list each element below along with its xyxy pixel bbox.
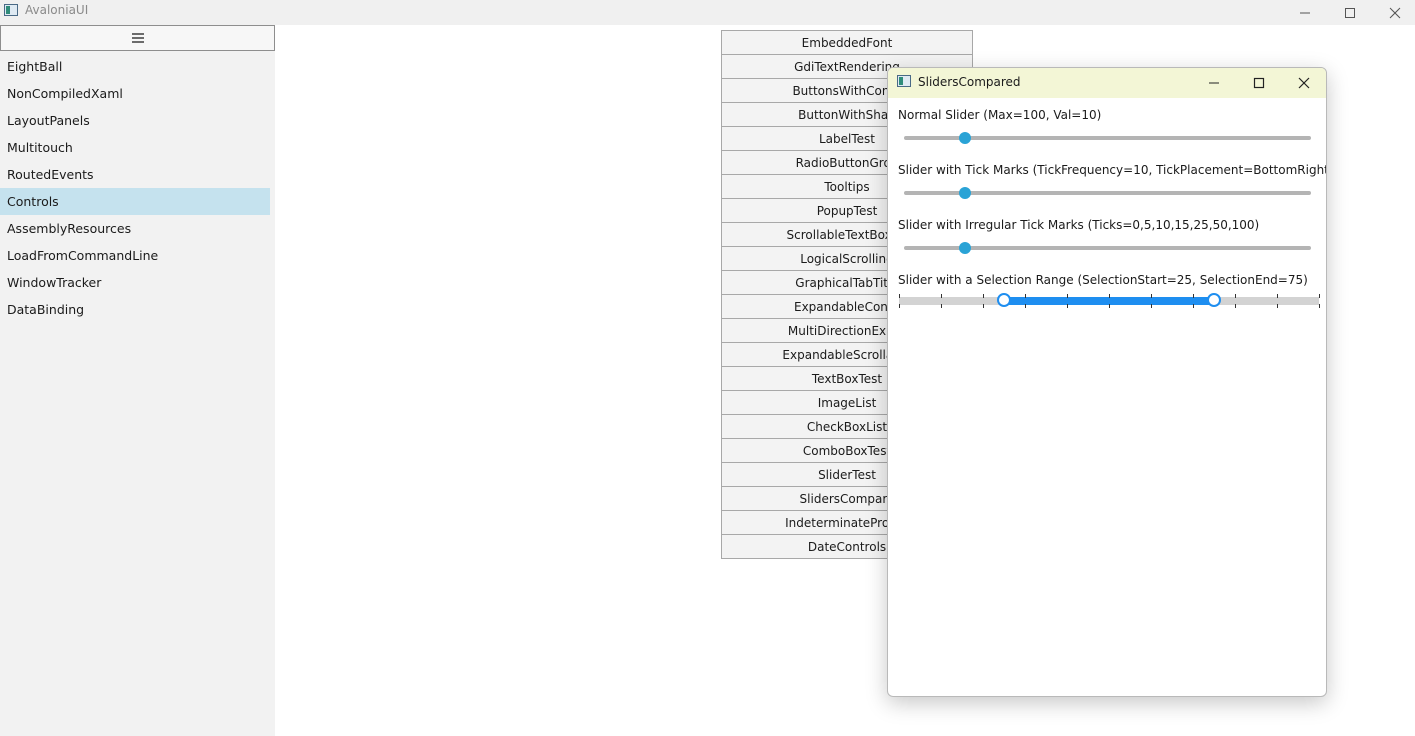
nav-item-databinding[interactable]: DataBinding — [0, 296, 270, 323]
range-tick-mark — [1067, 294, 1068, 298]
range-slider-start-thumb[interactable] — [997, 293, 1011, 307]
irregular-tick-slider-thumb[interactable] — [958, 242, 971, 254]
range-tick-mark — [1151, 294, 1152, 298]
child-title-bar: SlidersCompared — [888, 68, 1326, 98]
nav-item-assemblyresources[interactable]: AssemblyResources — [0, 215, 270, 242]
range-tick-mark — [1193, 294, 1194, 298]
close-icon — [1389, 7, 1401, 18]
normal-slider-label: Normal Slider (Max=100, Val=10) — [898, 108, 1102, 122]
nav-item-noncompiledxaml[interactable]: NonCompiledXaml — [0, 80, 270, 107]
nav-item-windowtracker[interactable]: WindowTracker — [0, 269, 270, 296]
hamburger-menu-button[interactable] — [0, 25, 275, 51]
child-close-button[interactable] — [1281, 68, 1326, 98]
minimize-icon — [1300, 12, 1310, 13]
embeddedfont-button[interactable]: EmbeddedFont — [721, 30, 973, 55]
range-tick-mark — [941, 294, 942, 298]
irregular-tick-slider-label: Slider with Irregular Tick Marks (Ticks=… — [898, 218, 1260, 232]
maximize-button[interactable] — [1327, 0, 1373, 25]
range-tick-mark — [1109, 294, 1110, 298]
nav-item-layoutpanels[interactable]: LayoutPanels — [0, 107, 270, 134]
range-tick-mark — [1025, 304, 1026, 308]
maximize-icon — [1345, 7, 1355, 18]
range-slider-label: Slider with a Selection Range (Selection… — [898, 273, 1308, 287]
navigation-pane: EightBall NonCompiledXaml LayoutPanels M… — [0, 25, 275, 736]
close-icon — [1298, 77, 1309, 89]
nav-item-multitouch[interactable]: Multitouch — [0, 134, 270, 161]
child-window-icon — [897, 75, 911, 87]
range-tick-mark — [1151, 304, 1152, 308]
close-button[interactable] — [1372, 0, 1415, 25]
sliders-compared-window: SlidersCompared Normal Slider (Max=100, … — [887, 67, 1327, 697]
child-window-title: SlidersCompared — [918, 75, 1021, 89]
main-window-title: AvaloniaUI — [25, 3, 89, 17]
range-tick-mark — [1277, 304, 1278, 308]
range-tick-mark — [1319, 294, 1320, 298]
range-tick-mark — [1025, 294, 1026, 298]
tick-slider-label: Slider with Tick Marks (TickFrequency=10… — [898, 163, 1327, 177]
range-slider-end-thumb[interactable] — [1207, 293, 1221, 307]
range-tick-mark — [899, 304, 900, 308]
normal-slider-thumb[interactable] — [958, 132, 971, 144]
app-window-icon — [4, 4, 18, 16]
nav-item-routedevents[interactable]: RoutedEvents — [0, 161, 270, 188]
range-tick-mark — [1193, 304, 1194, 308]
nav-item-controls[interactable]: Controls — [0, 188, 270, 215]
main-title-bar: AvaloniaUI — [0, 0, 1415, 25]
minimize-button[interactable] — [1282, 0, 1328, 25]
range-tick-mark — [1067, 304, 1068, 308]
nav-item-loadfromcommandline[interactable]: LoadFromCommandLine — [0, 242, 270, 269]
range-tick-mark — [983, 304, 984, 308]
minimize-icon — [1208, 82, 1219, 84]
hamburger-menu-icon — [131, 33, 144, 43]
range-tick-mark — [899, 294, 900, 298]
range-tick-mark — [941, 304, 942, 308]
tick-marks-slider-thumb[interactable] — [958, 187, 971, 199]
nav-list: EightBall NonCompiledXaml LayoutPanels M… — [0, 53, 270, 323]
range-tick-mark — [1235, 294, 1236, 298]
range-tick-mark — [983, 294, 984, 298]
range-tick-mark — [1277, 294, 1278, 298]
range-tick-mark — [1319, 304, 1320, 308]
child-minimize-button[interactable] — [1191, 68, 1236, 98]
child-maximize-button[interactable] — [1236, 68, 1281, 98]
range-tick-mark — [1109, 304, 1110, 308]
range-tick-mark — [1235, 304, 1236, 308]
maximize-icon — [1253, 77, 1264, 89]
nav-item-eightball[interactable]: EightBall — [0, 53, 270, 80]
